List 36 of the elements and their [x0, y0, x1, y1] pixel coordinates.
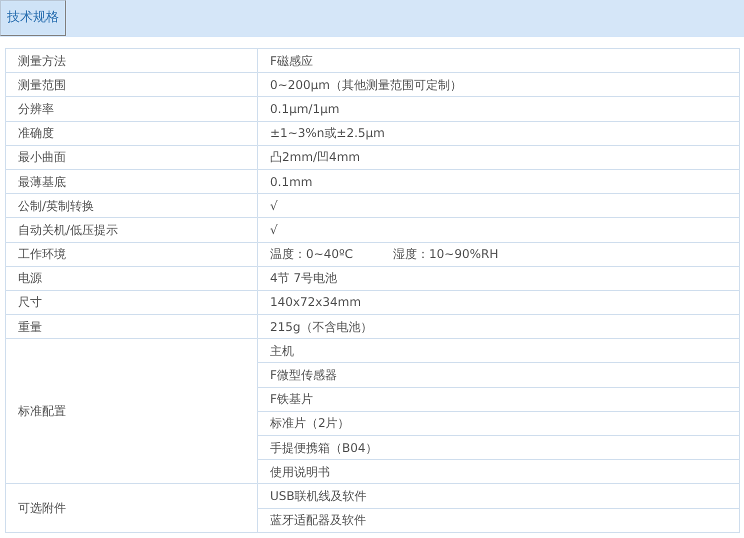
spec-value: 0.1mm — [270, 174, 312, 191]
spec-label: 可选附件 — [18, 501, 66, 516]
spec-value: F铁基片 — [270, 391, 313, 408]
tab[interactable]: 技术规格 — [0, 0, 66, 36]
spec-label: 准确度 — [18, 126, 54, 140]
spec-value: F磁感应 — [270, 52, 313, 70]
spec-label: 标准配置 — [18, 404, 66, 418]
spec-value: USB联机线及软件 — [270, 488, 367, 505]
spec-label: 工作环境 — [18, 247, 66, 262]
spec-value: 使用说明书 — [270, 464, 330, 481]
spec-label: 测量范围 — [18, 78, 66, 92]
spec-label: 重量 — [18, 320, 42, 334]
spec-value: ±1~3%n或±2.5μm — [270, 125, 385, 142]
spec-value: 215g（不含电池） — [270, 318, 373, 336]
spec-label: 尺寸 — [18, 295, 42, 310]
spec-value: 0~200μm（其他测量范围可定制） — [270, 76, 462, 94]
spec-label: 测量方法 — [18, 54, 66, 68]
spec-value: 蓝牙适配器及软件 — [270, 512, 366, 530]
spec-value: 标准片（2片） — [270, 415, 350, 432]
spec-label: 公制/英制转换 — [18, 198, 94, 213]
spec-value: √ — [270, 222, 278, 239]
spec-label: 最薄基底 — [18, 174, 66, 189]
spec-value: 凸2mm/凹4mm — [270, 149, 360, 166]
spec-label: 分辨率 — [18, 102, 54, 116]
spec-label: 最小曲面 — [18, 150, 66, 164]
spec-value: 湿度：10~90%RH — [393, 246, 498, 264]
spec-value: 温度：0~40ºC — [270, 246, 353, 264]
spec-value: F微型传感器 — [270, 367, 337, 384]
spec-label: 电源 — [18, 271, 42, 286]
spec-value: 主机 — [270, 342, 294, 360]
spec-value: 0.1μm/1μm — [270, 100, 340, 118]
spec-value: 140x72x34mm — [270, 294, 362, 312]
spec-value: 4节 7号电池 — [270, 270, 338, 288]
spec-value: 手提便携箱（B04） — [270, 440, 378, 457]
spec-value: √ — [270, 198, 278, 215]
spec-label: 自动关机/低压提示 — [18, 222, 118, 237]
